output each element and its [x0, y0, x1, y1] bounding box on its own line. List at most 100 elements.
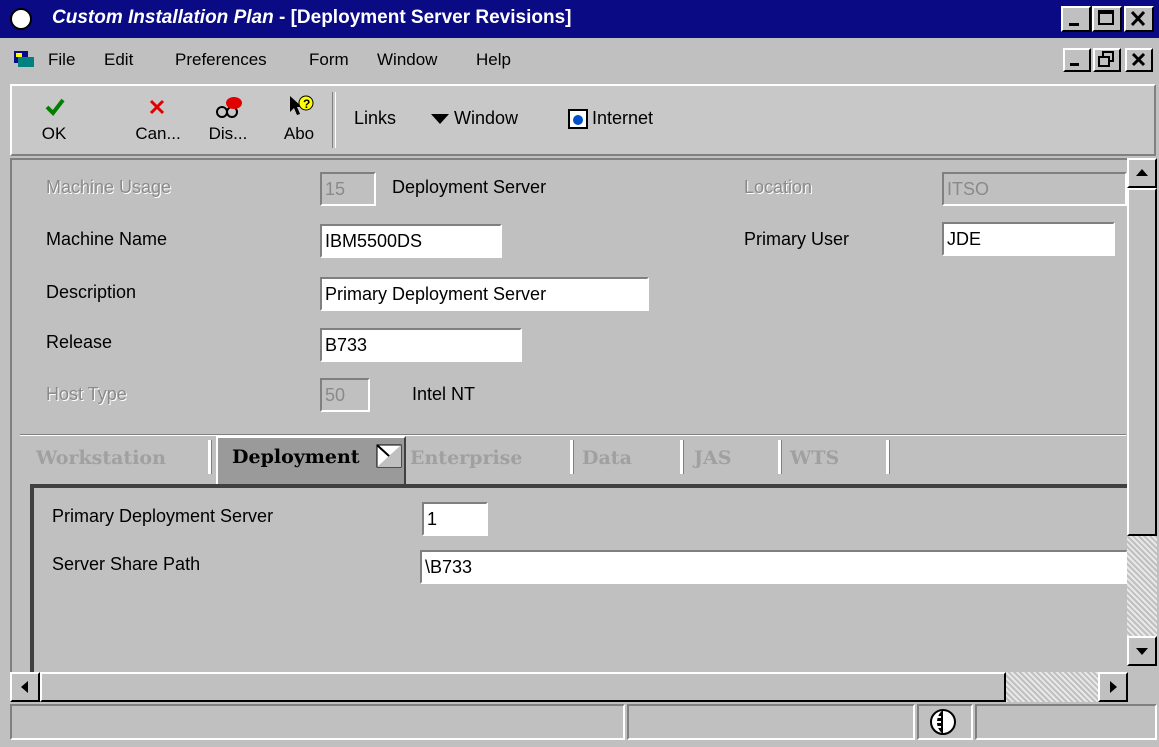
- location-label: Location: [744, 177, 813, 197]
- location-field: ITSO: [942, 172, 1127, 206]
- vertical-scrollbar[interactable]: [1127, 158, 1157, 678]
- ok-button[interactable]: OK: [24, 92, 84, 150]
- tab-separator: [886, 440, 890, 474]
- minimize-icon: [1069, 23, 1079, 26]
- description-label: Description: [46, 282, 137, 302]
- window-title: Custom Installation Plan - [Deployment S…: [52, 7, 571, 29]
- minimize-icon: [1070, 63, 1079, 66]
- tab-deployment[interactable]: Deployment: [216, 436, 406, 484]
- scroll-right-button[interactable]: [1098, 672, 1128, 702]
- tab-fold-icon: [376, 444, 402, 468]
- vertical-scroll-thumb[interactable]: [1127, 188, 1157, 536]
- scroll-up-button[interactable]: [1127, 158, 1157, 188]
- title-bar: Custom Installation Plan - [Deployment S…: [0, 0, 1159, 38]
- menu-edit[interactable]: Edit: [104, 50, 133, 70]
- network-globe-icon: [930, 709, 956, 735]
- primary-user-label: Primary User: [744, 229, 850, 249]
- internet-page-icon: [568, 109, 588, 130]
- machine-usage-description: Deployment Server: [392, 177, 547, 197]
- primary-deployment-server-label: Primary Deployment Server: [52, 506, 274, 526]
- scroll-down-button[interactable]: [1127, 636, 1157, 666]
- tab-separator: [570, 440, 574, 474]
- menu-bar: File Edit Preferences Form Window Help: [0, 40, 1159, 80]
- arrow-left-icon: [21, 681, 28, 693]
- scroll-left-button[interactable]: [10, 672, 40, 702]
- svg-text:?: ?: [303, 97, 310, 111]
- tab-deployment-label: Deployment: [232, 446, 360, 468]
- form-title: - [Deployment Server Revisions]: [278, 7, 572, 28]
- cancel-label: Can...: [135, 124, 181, 143]
- about-label: Abo: [283, 124, 315, 143]
- restore-icon: [1098, 51, 1114, 67]
- status-pane-main: [10, 704, 625, 740]
- status-pane-middle: [627, 704, 915, 740]
- primary-user-input[interactable]: JDE: [942, 222, 1115, 256]
- close-button[interactable]: [1124, 6, 1154, 32]
- toolbar: OK Can... Dis... ? Abo Links Window Inte…: [10, 84, 1156, 156]
- app-menu-icon[interactable]: [12, 49, 36, 69]
- horizontal-scroll-track[interactable]: [1006, 672, 1098, 702]
- description-input[interactable]: Primary Deployment Server: [320, 277, 649, 311]
- menu-window[interactable]: Window: [377, 50, 437, 70]
- horizontal-scroll-thumb[interactable]: [40, 672, 1006, 702]
- status-pane-icon: [917, 704, 973, 740]
- menu-preferences[interactable]: Preferences: [175, 50, 267, 70]
- close-icon: [1131, 52, 1146, 67]
- primary-deployment-server-input[interactable]: 1: [422, 502, 488, 536]
- machine-name-label: Machine Name: [46, 229, 168, 249]
- ok-label: OK: [41, 124, 67, 143]
- child-minimize-button[interactable]: [1063, 48, 1091, 72]
- child-close-button[interactable]: [1125, 48, 1153, 72]
- cancel-x-icon: [149, 99, 165, 115]
- display-button[interactable]: Dis...: [198, 92, 258, 150]
- close-icon: [1130, 10, 1146, 27]
- dropdown-arrow-icon: [431, 114, 449, 125]
- app-name: Custom Installation Plan: [52, 7, 274, 28]
- tab-enterprise[interactable]: Enterprise: [410, 440, 522, 476]
- window-link-label: Window: [454, 108, 519, 128]
- tab-workstation[interactable]: Workstation: [36, 440, 166, 476]
- help-arrow-icon: ?: [290, 95, 314, 115]
- minimize-button[interactable]: [1061, 6, 1091, 32]
- tab-separator: [680, 440, 684, 474]
- machine-usage-field: 15: [320, 172, 376, 206]
- maximize-icon: [1098, 10, 1114, 25]
- horizontal-scrollbar[interactable]: [10, 672, 1128, 702]
- vertical-scroll-track[interactable]: [1127, 536, 1157, 636]
- arrow-right-icon: [1110, 681, 1117, 693]
- menu-file[interactable]: File: [48, 50, 75, 70]
- check-icon: [45, 98, 65, 117]
- machine-name-input[interactable]: IBM5500DS: [320, 224, 502, 258]
- host-type-description: Intel NT: [412, 384, 476, 404]
- tab-wts[interactable]: WTS: [790, 440, 839, 476]
- tab-separator: [778, 440, 782, 474]
- maximize-button[interactable]: [1092, 6, 1122, 32]
- cancel-button[interactable]: Can...: [118, 92, 198, 150]
- tab-separator: [208, 440, 212, 474]
- links-label[interactable]: Links: [354, 108, 396, 129]
- child-restore-button[interactable]: [1093, 48, 1121, 72]
- display-label: Dis...: [208, 124, 248, 143]
- machine-usage-label: Machine Usage: [46, 177, 172, 197]
- host-type-label: Host Type: [46, 384, 127, 404]
- toolbar-separator: [332, 92, 336, 148]
- about-button[interactable]: ? Abo: [274, 92, 324, 150]
- menu-help[interactable]: Help: [476, 50, 511, 70]
- form-divider: [20, 434, 1126, 436]
- tab-data[interactable]: Data: [582, 440, 632, 476]
- tab-jas[interactable]: JAS: [694, 440, 731, 476]
- window-dropdown[interactable]: Window: [430, 108, 518, 129]
- app-globe-icon[interactable]: [10, 8, 32, 30]
- menu-form[interactable]: Form: [309, 50, 349, 70]
- internet-link-label: Internet: [592, 108, 654, 128]
- host-type-field: 50: [320, 378, 370, 412]
- arrow-up-icon: [1136, 169, 1148, 176]
- server-share-path-input[interactable]: \B733: [420, 550, 1128, 584]
- release-label: Release: [46, 332, 113, 352]
- arrow-down-icon: [1136, 648, 1148, 655]
- server-share-path-label: Server Share Path: [52, 554, 201, 574]
- display-glasses-icon: [216, 97, 242, 118]
- internet-link[interactable]: Internet: [568, 108, 654, 130]
- status-pane-right: [975, 704, 1157, 740]
- release-input[interactable]: B733: [320, 328, 522, 362]
